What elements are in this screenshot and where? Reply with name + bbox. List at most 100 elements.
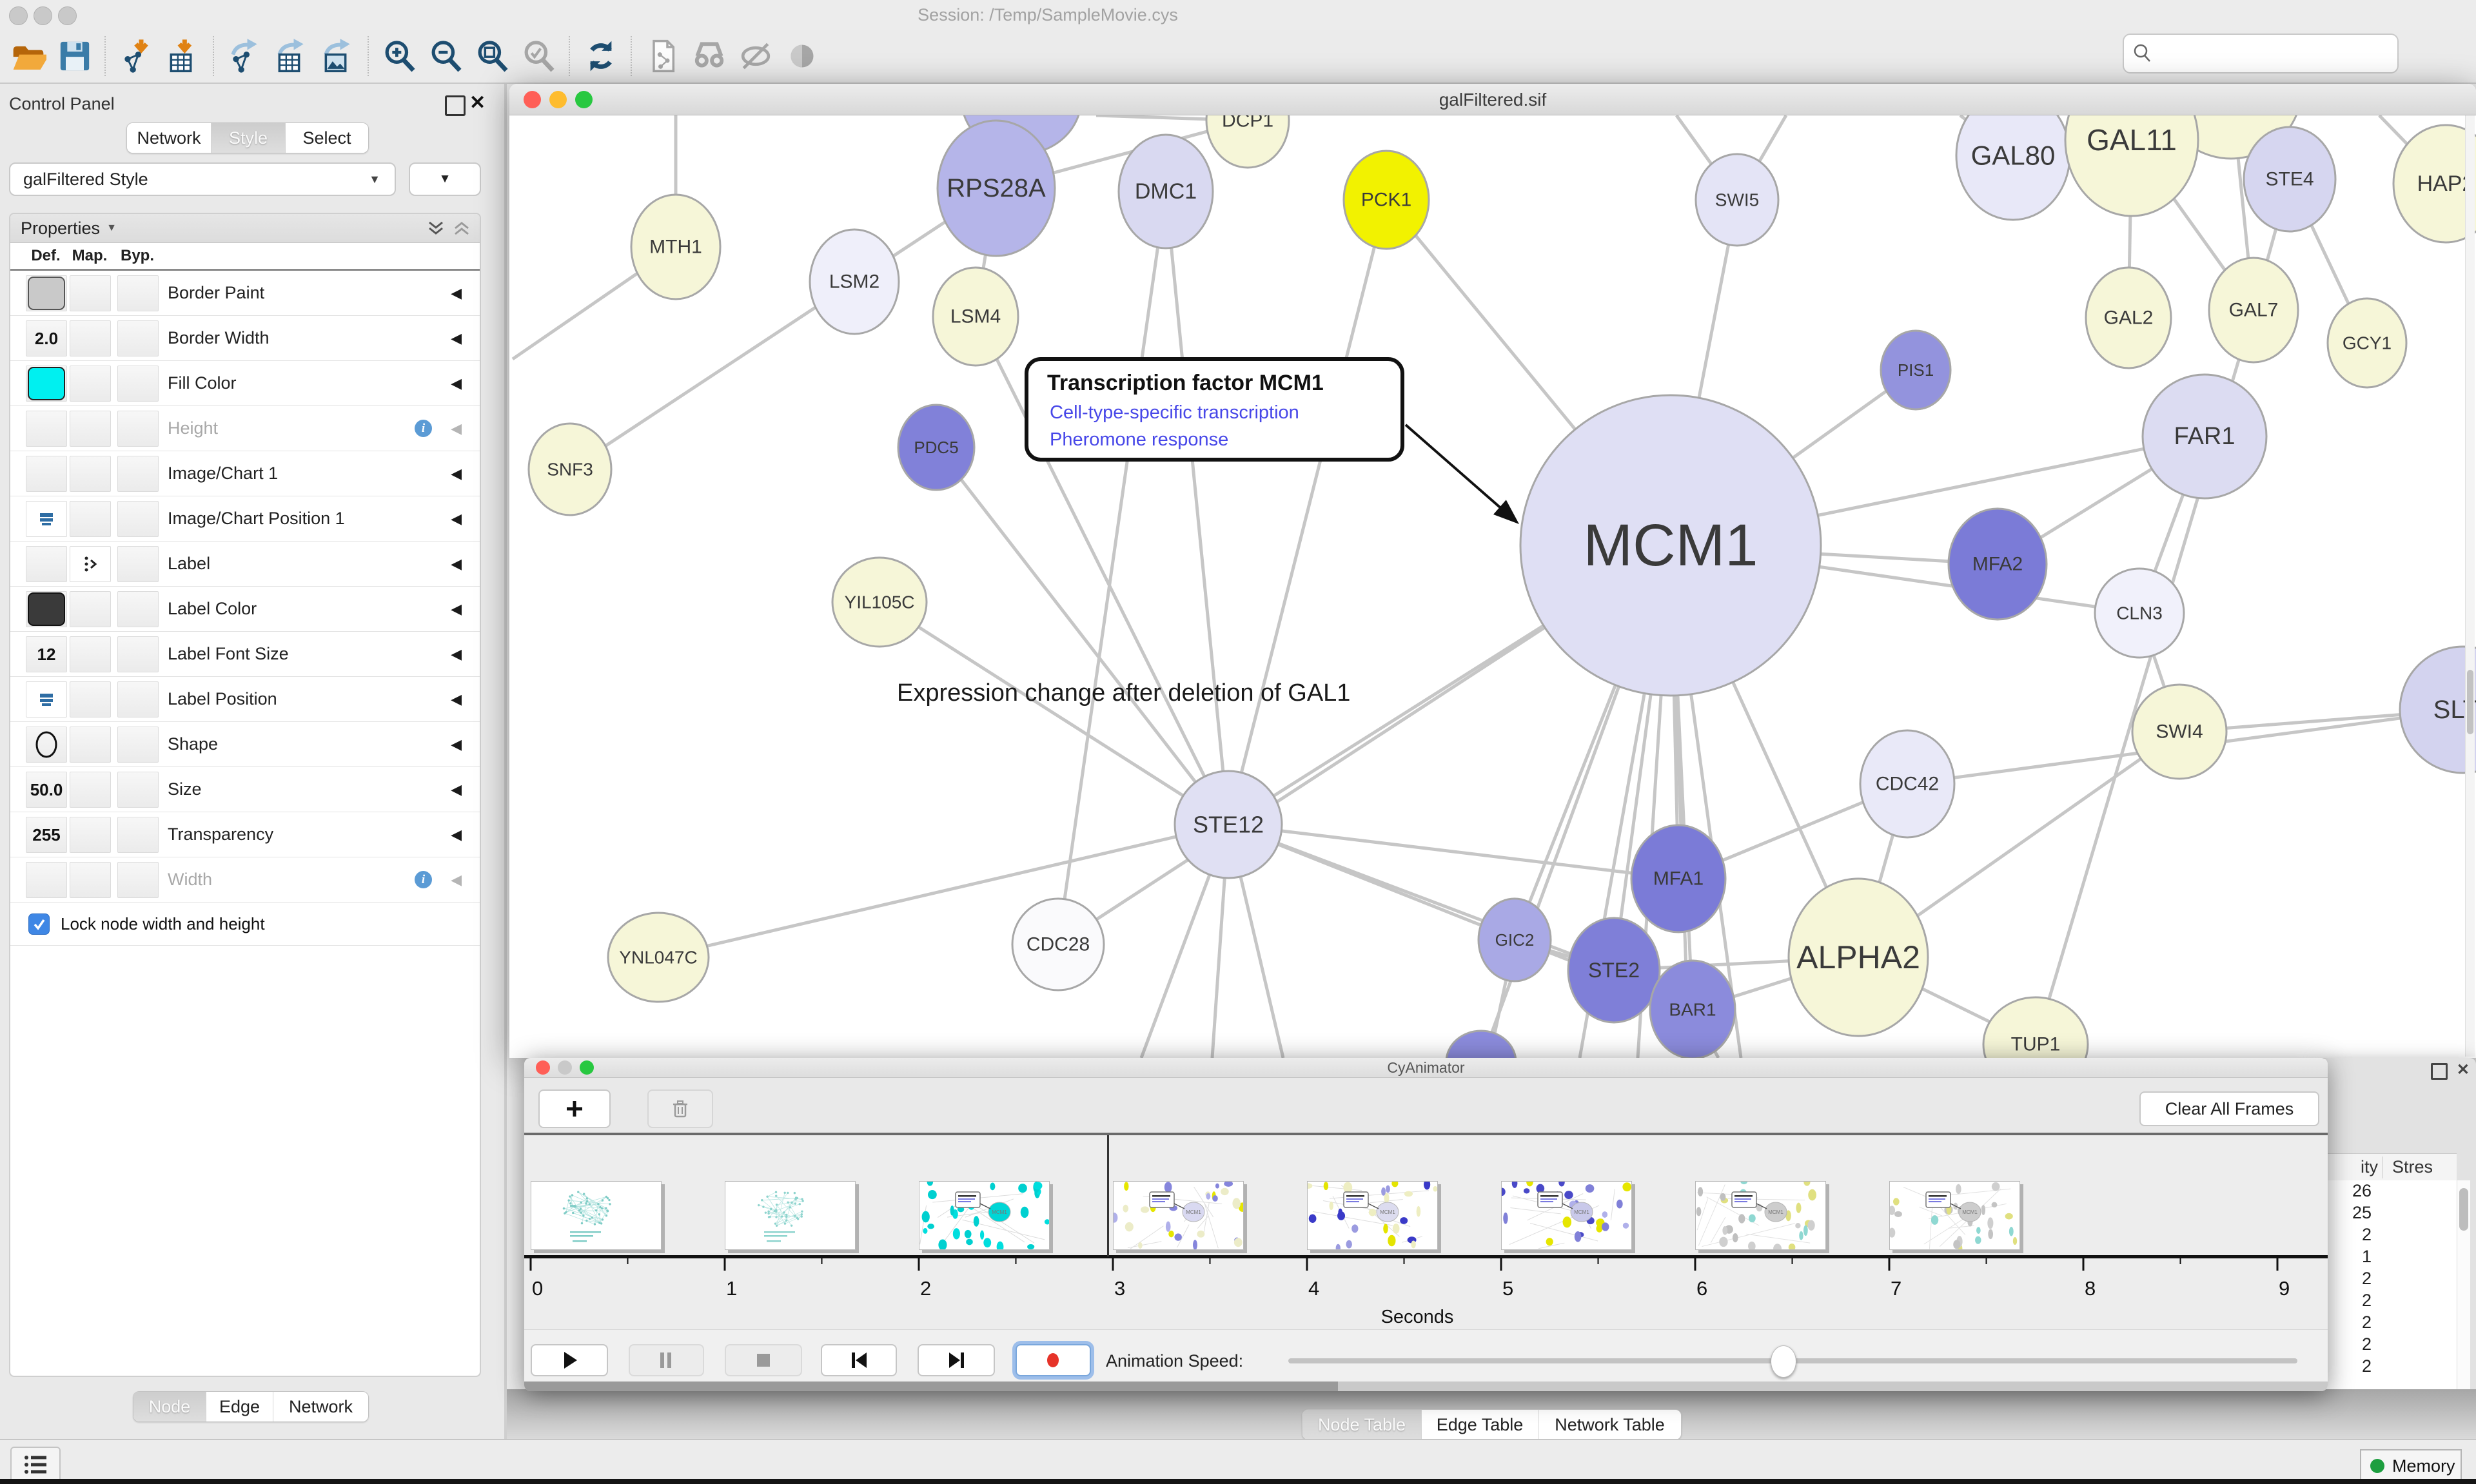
bypass-cell[interactable] <box>117 411 159 447</box>
node-GIC2[interactable]: GIC2 <box>1479 899 1551 981</box>
table-row[interactable]: 2 <box>2320 1334 2457 1356</box>
expand-row-icon[interactable]: ◀ <box>451 451 462 496</box>
default-value-cell[interactable] <box>26 411 67 447</box>
pause-button[interactable] <box>629 1344 704 1376</box>
mapping-cell[interactable] <box>70 411 111 447</box>
zoom-selected-icon[interactable] <box>516 33 562 79</box>
delete-frame-button[interactable] <box>647 1089 713 1128</box>
tab-network[interactable]: Network <box>273 1392 368 1421</box>
search-input[interactable] <box>2159 43 2397 64</box>
mapping-cell[interactable] <box>70 275 111 311</box>
node-TUP1[interactable]: TUP1 <box>1983 997 2088 1058</box>
default-value-cell[interactable] <box>26 456 67 492</box>
bypass-cell[interactable] <box>117 727 159 763</box>
node-partial1[interactable] <box>1446 1031 1516 1058</box>
close-panel-icon[interactable]: ✕ <box>2457 1063 2470 1080</box>
node-PCK1[interactable]: PCK1 <box>1344 151 1429 249</box>
property-row-size[interactable]: 50.0Size◀ <box>10 767 480 812</box>
frame-thumbnail-5[interactable]: MCM1 <box>1501 1181 1632 1250</box>
table-row[interactable]: 2 <box>2320 1312 2457 1334</box>
table-row[interactable]: 25 <box>2320 1202 2457 1224</box>
float-panel-icon[interactable] <box>445 95 466 116</box>
frame-thumbnail-3[interactable]: MCM1 <box>1113 1181 1244 1250</box>
bypass-cell[interactable] <box>117 456 159 492</box>
node-MTH1[interactable]: MTH1 <box>631 195 720 299</box>
mapping-cell[interactable] <box>70 456 111 492</box>
table-column-ity[interactable]: ity <box>2320 1157 2378 1177</box>
property-row-label-color[interactable]: Label Color◀ <box>10 587 480 632</box>
expand-row-icon[interactable]: ◀ <box>451 316 462 360</box>
skip-end-button[interactable] <box>918 1344 995 1376</box>
property-row-width[interactable]: Widthi◀ <box>10 857 480 903</box>
cyanimator-hscrollbar[interactable] <box>524 1381 2328 1391</box>
property-row-label-position[interactable]: Label Position◀ <box>10 677 480 722</box>
tab-style[interactable]: Style <box>211 123 285 153</box>
play-button[interactable] <box>531 1344 608 1376</box>
network-snapshot-icon[interactable] <box>640 33 686 79</box>
scrollbar-thumb[interactable] <box>524 1381 1338 1391</box>
property-row-height[interactable]: Heighti◀ <box>10 406 480 451</box>
frame-thumbnail-0[interactable] <box>531 1181 662 1250</box>
table-row[interactable]: 2 <box>2320 1224 2457 1246</box>
node-PIS1[interactable]: PIS1 <box>1881 331 1950 409</box>
mapping-cell[interactable] <box>70 862 111 898</box>
node-BAR1[interactable]: BAR1 <box>1650 961 1735 1058</box>
properties-header[interactable]: Properties ▼ <box>10 214 480 243</box>
bypass-cell[interactable] <box>117 591 159 627</box>
node-DMC1[interactable]: DMC1 <box>1119 135 1213 248</box>
skip-start-button[interactable] <box>821 1344 897 1376</box>
frame-thumbnail-7[interactable]: MCM1 <box>1889 1181 2020 1250</box>
record-button[interactable] <box>1016 1344 1091 1376</box>
mapping-cell[interactable] <box>70 636 111 672</box>
property-row-fill-color[interactable]: Fill Color◀ <box>10 361 480 406</box>
tab-node[interactable]: Node <box>133 1392 206 1421</box>
bypass-cell[interactable] <box>117 320 159 356</box>
close-panel-icon[interactable]: ✕ <box>469 92 486 114</box>
task-history-button[interactable] <box>10 1447 61 1483</box>
expand-row-icon[interactable]: ◀ <box>451 406 462 451</box>
open-folder-icon[interactable] <box>5 33 52 79</box>
node-DCP1[interactable]: DCP1 <box>1206 115 1289 168</box>
node-CLN3[interactable]: CLN3 <box>2095 569 2184 658</box>
node-SWI5[interactable]: SWI5 <box>1696 154 1778 246</box>
bypass-cell[interactable] <box>117 366 159 402</box>
hide-details-icon[interactable] <box>732 33 779 79</box>
show-details-icon[interactable] <box>779 33 825 79</box>
property-row-label[interactable]: Label◀ <box>10 542 480 587</box>
zoom-out-icon[interactable] <box>423 33 469 79</box>
expand-row-icon[interactable]: ◀ <box>451 722 462 766</box>
bypass-cell[interactable] <box>117 817 159 853</box>
mapping-cell[interactable] <box>70 501 111 537</box>
network-caption[interactable]: Expression change after deletion of GAL1 <box>897 679 1350 707</box>
property-row-transparency[interactable]: 255Transparency◀ <box>10 812 480 857</box>
node-SNF3[interactable]: SNF3 <box>529 424 611 515</box>
network-vscrollbar[interactable] <box>2465 115 2475 1057</box>
bypass-cell[interactable] <box>117 772 159 808</box>
save-icon[interactable] <box>52 33 98 79</box>
default-value-cell[interactable] <box>26 501 67 537</box>
stop-button[interactable] <box>725 1344 802 1376</box>
node-GAL11[interactable]: GAL11 <box>2065 115 2198 216</box>
table-vscrollbar[interactable] <box>2457 1180 2470 1393</box>
default-value-cell[interactable] <box>26 591 67 627</box>
default-value-cell[interactable] <box>26 366 67 402</box>
default-value-cell[interactable] <box>26 727 67 763</box>
timeline-playhead[interactable] <box>1107 1135 1109 1256</box>
default-value-cell[interactable] <box>26 862 67 898</box>
node-YNL047C[interactable]: YNL047C <box>608 913 709 1002</box>
cyanimator-titlebar[interactable]: CyAnimator <box>524 1058 2328 1078</box>
search-box[interactable] <box>2123 34 2399 73</box>
property-row-shape[interactable]: Shape◀ <box>10 722 480 767</box>
expand-row-icon[interactable]: ◀ <box>451 632 462 676</box>
mapping-cell[interactable] <box>70 366 111 402</box>
expand-row-icon[interactable]: ◀ <box>451 857 462 902</box>
mapping-cell[interactable] <box>70 546 111 582</box>
node-YIL105C[interactable]: YIL105C <box>832 558 927 647</box>
bypass-cell[interactable] <box>117 862 159 898</box>
node-FAR1[interactable]: FAR1 <box>2143 375 2266 498</box>
lock-dimensions-checkbox[interactable] <box>28 913 50 935</box>
node-MCM1[interactable]: MCM1 <box>1520 395 1821 696</box>
bypass-cell[interactable] <box>117 636 159 672</box>
expand-row-icon[interactable]: ◀ <box>451 812 462 857</box>
default-value-cell[interactable]: 50.0 <box>26 772 67 808</box>
